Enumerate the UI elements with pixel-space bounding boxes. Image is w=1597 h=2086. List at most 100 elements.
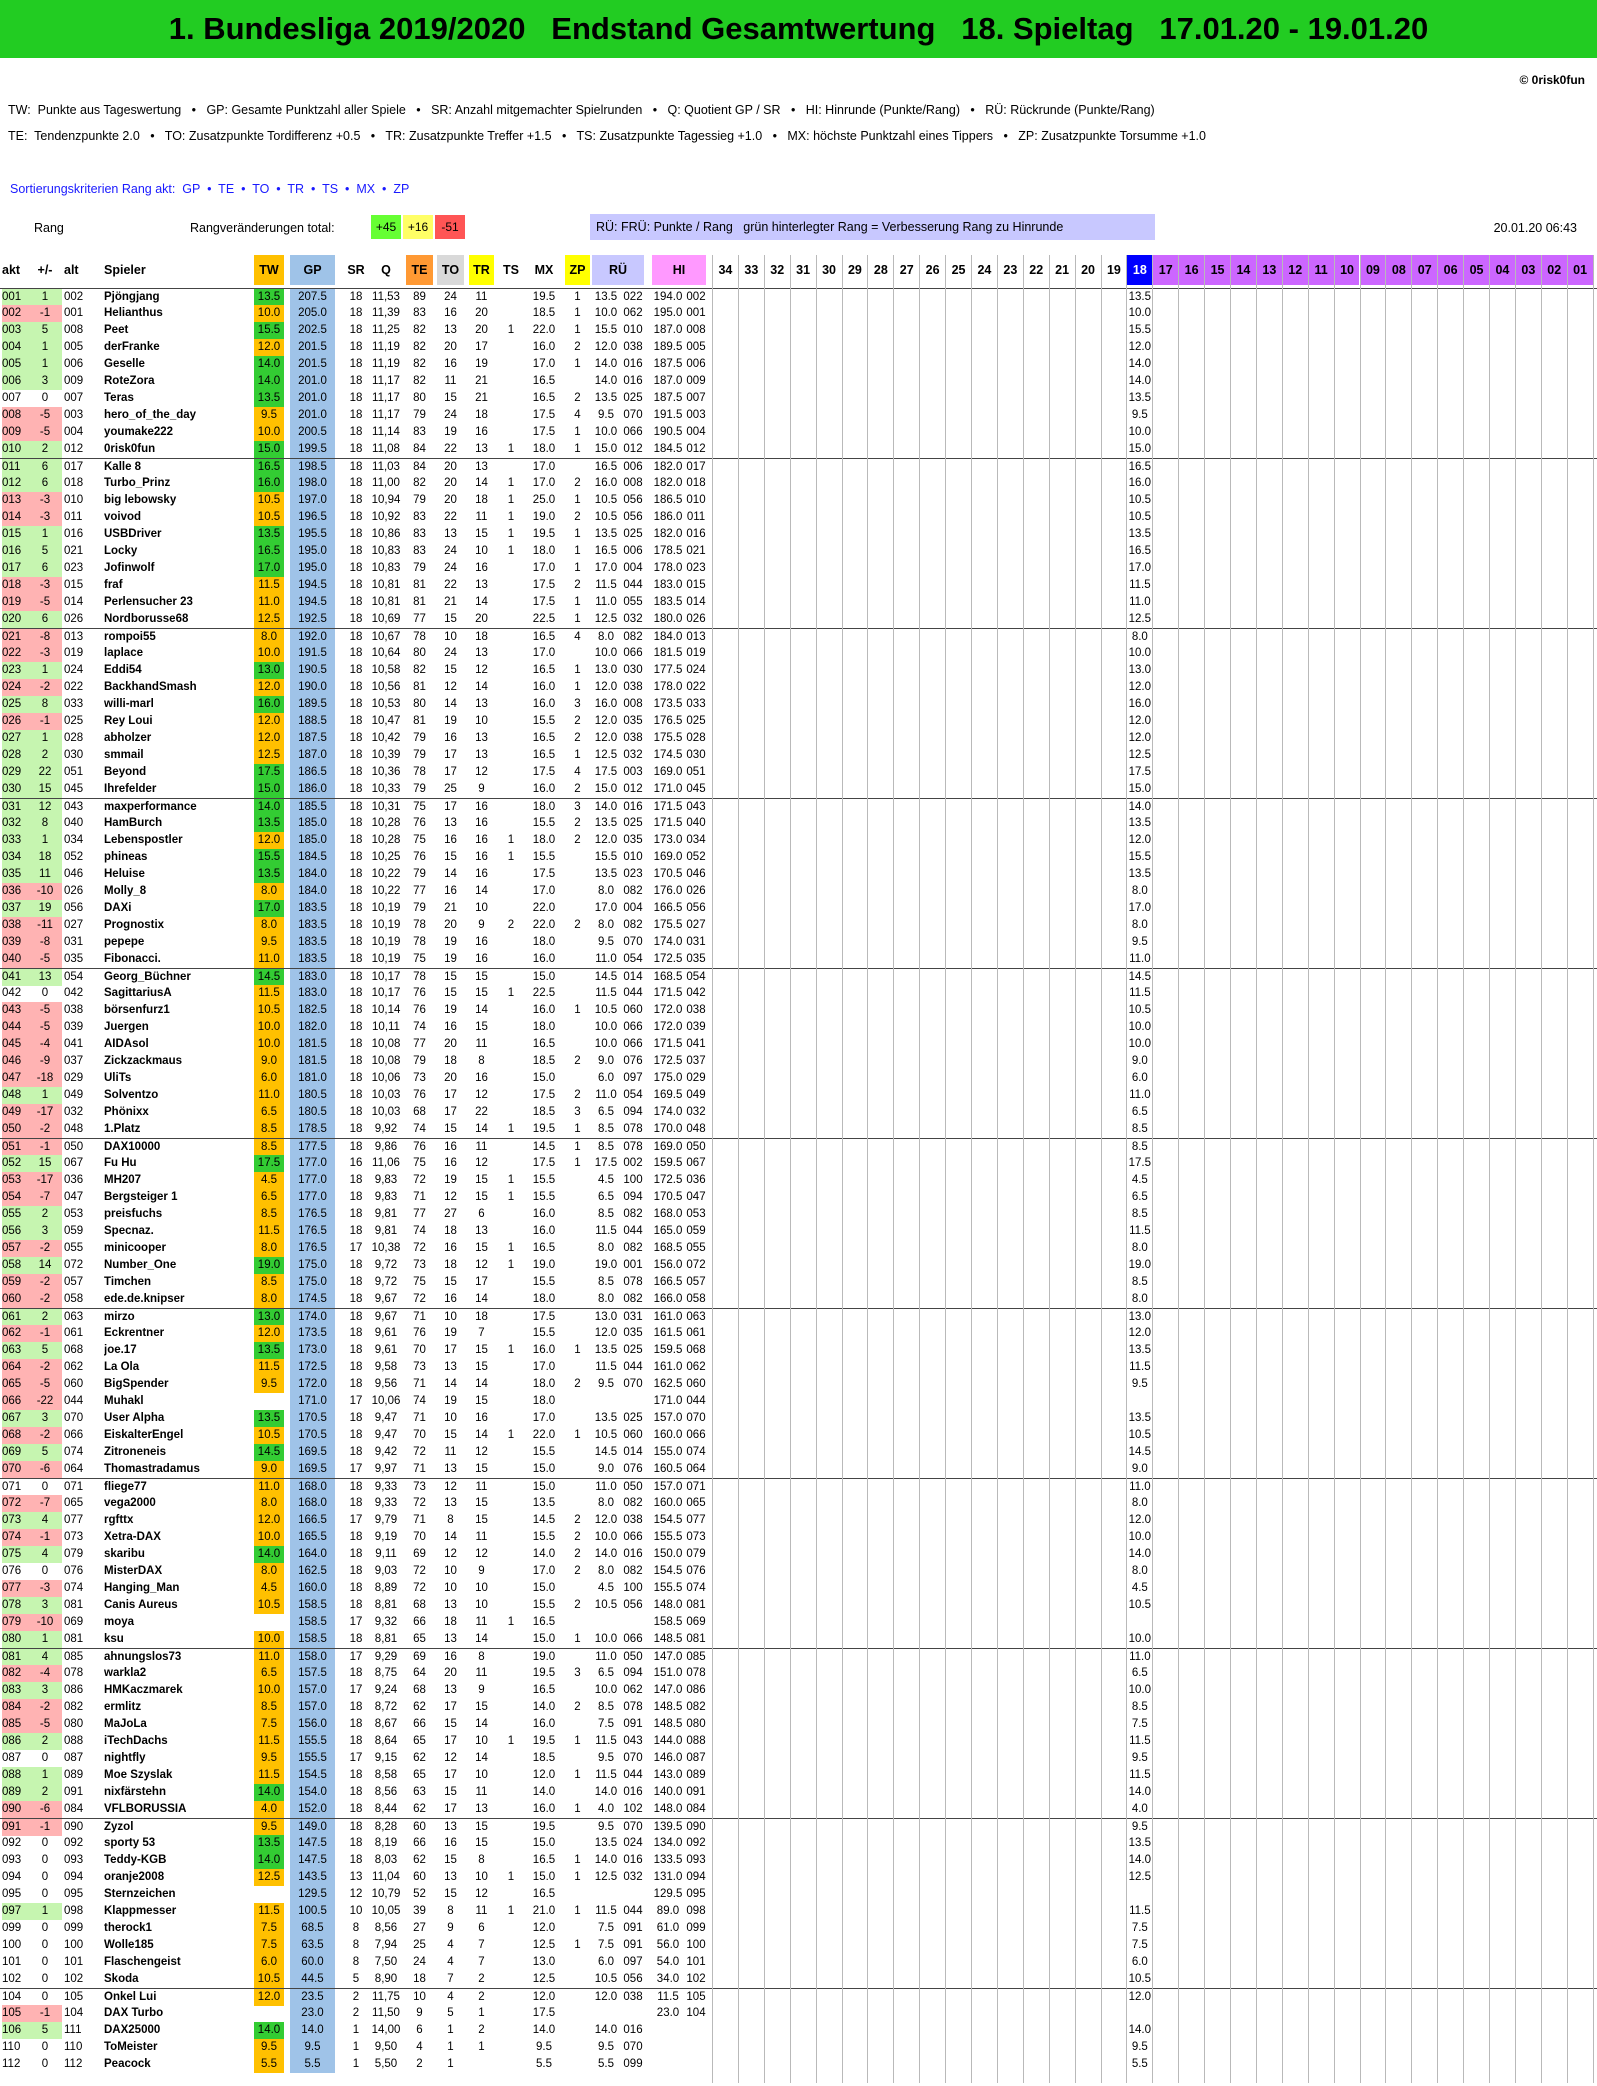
cell-ru-points: 10.5 xyxy=(594,1973,618,1985)
cell-spieler: Bergsteiger 1 xyxy=(104,1191,178,1203)
cell-alt: 028 xyxy=(64,732,84,744)
cell-ru-rank: 016 xyxy=(623,375,643,387)
cell-q: 10,86 xyxy=(371,528,401,540)
cell-ru-points: 6.5 xyxy=(598,1667,614,1679)
cell-sr: 18 xyxy=(349,885,363,897)
cell-spieler: oranje2008 xyxy=(104,1871,165,1883)
cell-ru-rank: 066 xyxy=(623,426,643,438)
table-row: 022 -3 019 laplace 10.0 191.5 18 10,64 80 24 13 17.… xyxy=(0,645,1597,662)
cell-round-18: 10.5 xyxy=(1128,511,1152,523)
cell-ru-points: 14.5 xyxy=(594,1446,618,1458)
cell-tr: 15 xyxy=(475,1837,488,1849)
cell-hi-points: 170.5 xyxy=(653,1191,683,1203)
cell-zp xyxy=(565,1784,590,1801)
cell-ru-rank: 025 xyxy=(623,528,643,540)
cell-spieler: Hanging_Man xyxy=(104,1582,180,1594)
cell-te: 9 xyxy=(416,2007,423,2019)
cell-gp: 175.0 xyxy=(290,1257,335,1274)
cell-zp xyxy=(565,1393,590,1410)
cell-ru-rank: 035 xyxy=(623,1327,643,1339)
cell-tw xyxy=(254,1886,284,1903)
cell-diff: 12 xyxy=(28,799,62,816)
cell-gp: 154.5 xyxy=(290,1767,335,1784)
cell-mx: 19.5 xyxy=(532,1123,556,1135)
cell-alt: 002 xyxy=(64,291,84,303)
table-row: 011 6 017 Kalle 8 16.5 198.5 18 11,03 84 20 13 17.0… xyxy=(0,458,1597,476)
cell-hi-rank: 017 xyxy=(686,461,706,473)
cell-to: 9 xyxy=(447,1922,454,1934)
cell-q: 11,03 xyxy=(372,461,400,473)
cell-alt: 093 xyxy=(64,1854,84,1866)
cell-round-18: 12.0 xyxy=(1128,1327,1152,1339)
cell-diff: 0 xyxy=(41,1956,49,1968)
cell-alt: 110 xyxy=(64,2041,83,2053)
cell-spieler: Peacock xyxy=(104,2058,151,2070)
header-round-21: 21 xyxy=(1055,263,1070,277)
cell-zp xyxy=(565,1886,590,1903)
round-gridline xyxy=(1255,255,1257,2083)
cell-akt: 031 xyxy=(2,799,28,816)
cell-hi-rank: 014 xyxy=(686,596,706,608)
cell-to: 19 xyxy=(444,953,457,965)
cell-diff: 3 xyxy=(28,373,62,390)
header-round-01: 01 xyxy=(1567,255,1593,285)
cell-q: 11,25 xyxy=(372,324,400,336)
table-row: 037 19 056 DAXi 17.0 183.5 18 10,19 79 21 10 22.0 17… xyxy=(0,900,1597,917)
cell-alt: 084 xyxy=(64,1803,84,1815)
cell-to: 21 xyxy=(444,596,457,608)
table-row: 056 3 059 Specnaz. 11.5 176.5 18 9,81 74 18 13 16.0… xyxy=(0,1223,1597,1240)
cell-hi-points: 184.5 xyxy=(653,443,683,455)
cell-hi-rank: 012 xyxy=(686,443,706,455)
cell-q: 10,08 xyxy=(371,1038,401,1050)
cell-to: 4 xyxy=(447,1956,454,1968)
cell-tr: 13 xyxy=(475,698,488,710)
cell-tr: 2 xyxy=(478,2024,485,2036)
cell-zp xyxy=(565,459,590,476)
cell-mx: 15.5 xyxy=(532,1276,556,1288)
cell-ru-points: 8.5 xyxy=(598,1123,614,1135)
cell-ru-points: 15.0 xyxy=(594,783,618,795)
header-round-34: 34 xyxy=(718,263,733,277)
cell-te: 82 xyxy=(413,664,426,676)
cell-tr: 14 xyxy=(475,1123,488,1135)
cell-mx: 19.5 xyxy=(532,1667,556,1679)
cell-q: 9,33 xyxy=(374,1497,398,1509)
cell-spieler: DAXi xyxy=(104,902,132,914)
cell-zp: 3 xyxy=(574,801,581,813)
cell-to: 16 xyxy=(444,1157,457,1169)
cell-mx: 18.0 xyxy=(532,936,556,948)
cell-round-18: 10.5 xyxy=(1128,1429,1152,1441)
cell-te: 4 xyxy=(416,2041,423,2053)
cell-ru-rank: 082 xyxy=(623,631,643,643)
cell-akt: 085 xyxy=(2,1716,28,1733)
table-row: 005 1 006 Geselle 14.0 201.5 18 11,19 82 16 19 17.0… xyxy=(0,356,1597,373)
cell-gp: 183.5 xyxy=(290,951,335,968)
cell-to: 15 xyxy=(444,1429,457,1441)
cell-spieler: Eckrentner xyxy=(104,1327,165,1339)
cell-tr: 2 xyxy=(478,1991,485,2003)
header-round-23: 23 xyxy=(1003,263,1018,277)
cell-alt: 056 xyxy=(64,902,84,914)
cell-gp: 157.5 xyxy=(290,1665,335,1682)
cell-akt: 080 xyxy=(2,1631,28,1648)
cell-alt: 027 xyxy=(64,919,84,931)
cell-ts xyxy=(498,1359,524,1376)
cell-akt: 041 xyxy=(2,969,28,986)
cell-te: 83 xyxy=(413,511,426,523)
table-row: 069 5 074 Zitroneneis 14.5 169.5 18 9,42 72 11 12 1… xyxy=(0,1444,1597,1461)
cell-round-18: 14.0 xyxy=(1128,375,1152,387)
header-round-11: 11 xyxy=(1308,255,1334,285)
cell-ru-points: 13.5 xyxy=(594,1344,618,1356)
cell-round-18: 4.5 xyxy=(1131,1582,1148,1594)
cell-round-18: 11.0 xyxy=(1129,1651,1151,1663)
table-row: 105 -1 104 DAX Turbo 23.0 2 11,50 9 5 1 17.5 23.0 10… xyxy=(0,2005,1597,2022)
cell-ru-rank: 082 xyxy=(623,1293,643,1305)
cell-sr: 18 xyxy=(349,392,363,404)
cell-q: 8,19 xyxy=(374,1837,398,1849)
cell-sr: 18 xyxy=(349,1854,363,1866)
round-gridline xyxy=(1437,255,1439,2083)
cell-diff: 1 xyxy=(28,289,62,306)
cell-tw: 14.0 xyxy=(254,2022,284,2039)
cell-te: 73 xyxy=(413,1481,426,1493)
cell-q: 8,75 xyxy=(374,1667,398,1679)
